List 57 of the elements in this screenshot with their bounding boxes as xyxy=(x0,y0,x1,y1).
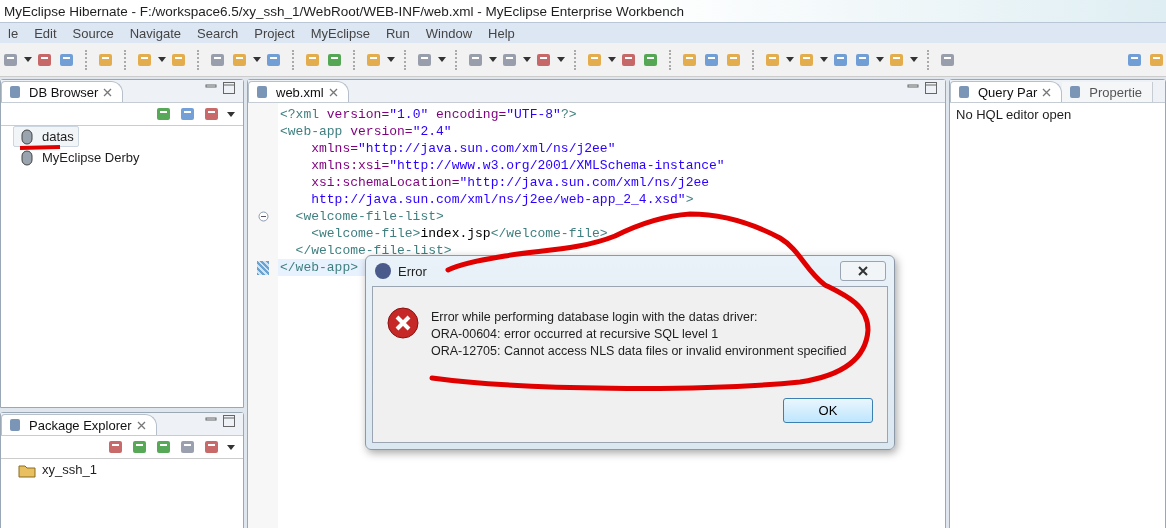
dialog-title: Error xyxy=(398,263,427,279)
dropdown-caret-icon[interactable] xyxy=(910,57,918,62)
maximize-icon[interactable] xyxy=(925,82,937,94)
dropdown-caret-icon[interactable] xyxy=(876,57,884,62)
menu-item[interactable]: Edit xyxy=(26,25,65,41)
menu-item[interactable]: le xyxy=(0,25,27,41)
dropdown-caret-icon[interactable] xyxy=(24,57,32,62)
dropdown-caret-icon[interactable] xyxy=(820,57,828,62)
dropdown-caret-icon[interactable] xyxy=(523,57,531,62)
dropdown-caret-icon[interactable] xyxy=(227,111,235,117)
panel-message: No HQL editor open xyxy=(955,106,1073,124)
app-logo-icon xyxy=(374,262,392,280)
menu-item[interactable]: Help xyxy=(480,25,523,41)
code-line: <?xml version="1.0" encoding="UTF-8"?> xyxy=(279,106,578,123)
tree-item[interactable]: xy_ssh_1 xyxy=(13,459,102,480)
panel-tab[interactable]: web.xml xyxy=(248,81,349,102)
tree-item[interactable]: MyEclipse Derby xyxy=(13,147,145,168)
code-line: http://java.sun.com/xml/ns/j2ee/web-app_2_4.xsd"> xyxy=(310,191,695,208)
dropdown-caret-icon[interactable] xyxy=(227,444,235,450)
panel-tab[interactable]: DB Browser xyxy=(1,81,124,102)
dropdown-caret-icon[interactable] xyxy=(608,57,616,62)
menu-item[interactable]: Project xyxy=(246,25,303,41)
dropdown-caret-icon[interactable] xyxy=(158,57,166,62)
code-line: xsi:schemaLocation="http://java.sun.com/xml/ns/j2ee xyxy=(310,174,711,191)
dropdown-caret-icon[interactable] xyxy=(786,57,794,62)
panel-tab[interactable]: Package Explorer xyxy=(1,414,157,435)
panel-tab[interactable]: Query Par xyxy=(950,81,1063,102)
menu-item[interactable]: Navigate xyxy=(121,25,190,41)
window-title: MyEclipse Hibernate - F:/workspace6.5/xy_ssh_1/WebRoot/WEB-INF/web.xml - MyEclipse Enterprise Workbench xyxy=(0,0,1166,22)
dropdown-caret-icon[interactable] xyxy=(253,57,261,62)
dropdown-caret-icon[interactable] xyxy=(387,57,395,62)
code-line: <web-app version="2.4" xyxy=(279,123,453,140)
menu-item[interactable]: Run xyxy=(377,25,418,41)
error-icon xyxy=(387,307,419,339)
close-button[interactable] xyxy=(840,261,886,281)
close-icon[interactable] xyxy=(858,266,868,276)
code-line: </welcome-file-list> xyxy=(294,242,453,259)
ok-button[interactable]: OK xyxy=(783,398,873,423)
code-line: xmlns="http://java.sun.com/xml/ns/j2ee" xyxy=(310,140,617,157)
error-message: ORA-00604: error occurred at recursive SQL level 1 xyxy=(431,326,720,343)
panel-tab[interactable]: Propertie xyxy=(1062,82,1153,102)
menu-item[interactable]: Window xyxy=(417,25,481,41)
dropdown-caret-icon[interactable] xyxy=(438,57,446,62)
tree-item[interactable]: datas xyxy=(13,126,79,147)
menu-item[interactable]: Source xyxy=(64,25,122,41)
maximize-icon[interactable] xyxy=(223,82,235,94)
menu-item[interactable]: Search xyxy=(189,25,247,41)
dropdown-caret-icon[interactable] xyxy=(557,57,565,62)
maximize-icon[interactable] xyxy=(223,415,235,427)
error-message: Error while performing database login with the datas driver: xyxy=(431,309,759,326)
code-line: <welcome-file>index.jsp</welcome-file> xyxy=(310,225,609,242)
menu-item[interactable]: MyEclipse xyxy=(302,25,378,41)
code-line: <welcome-file-list> xyxy=(294,208,445,225)
dropdown-caret-icon[interactable] xyxy=(489,57,497,62)
annotation-underline xyxy=(19,145,61,150)
code-line: xmlns:xsi="http://www.w3.org/2001/XMLSchema-instance" xyxy=(310,157,725,174)
error-message: ORA-12705: Cannot access NLS data files or invalid environment specified xyxy=(431,343,847,360)
